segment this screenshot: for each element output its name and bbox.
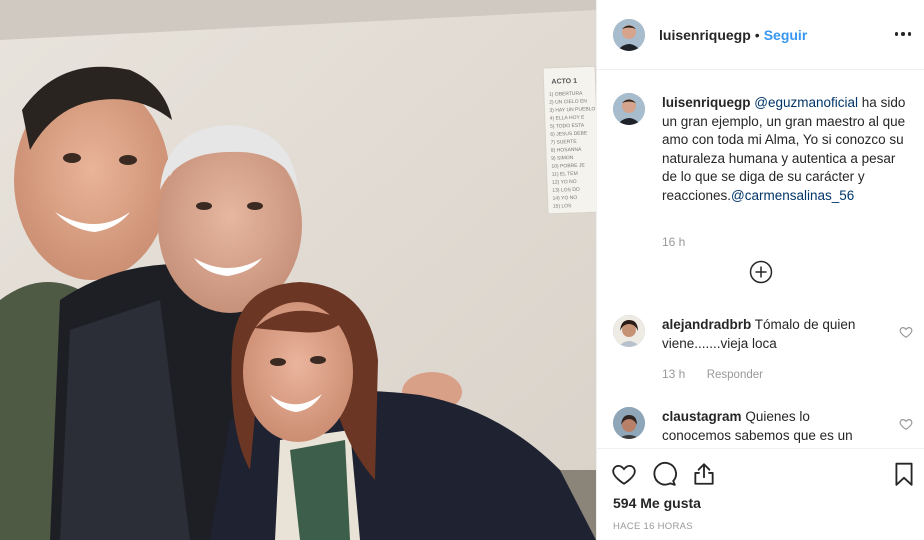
commenter-avatar[interactable] xyxy=(613,315,645,347)
follow-button[interactable]: Seguir xyxy=(764,27,808,43)
post-photo[interactable]: ACTO 1 1) OBERTURA 2) UN CIELO EN 3) HAY U… xyxy=(0,0,596,540)
wall-sign-line: 9) SIMON xyxy=(551,155,574,162)
like-comment-heart-icon[interactable] xyxy=(899,417,913,431)
post-timestamp[interactable]: HACE 16 HORAS xyxy=(613,521,693,532)
mention-link[interactable]: @carmensalinas_56 xyxy=(731,188,854,203)
comment-text: claustagram Quienes lo conocemos sabemos… xyxy=(662,408,882,445)
commenter-username[interactable]: alejandradbrb xyxy=(662,317,751,332)
wall-sign-title: ACTO 1 xyxy=(551,78,577,86)
author-avatar[interactable] xyxy=(613,18,645,51)
reply-button[interactable]: Responder xyxy=(707,369,763,381)
author-username[interactable]: luisenriquegp xyxy=(659,27,751,43)
commenter-avatar[interactable] xyxy=(613,407,645,439)
comment-meta: 13 h Responder xyxy=(662,367,763,381)
save-bookmark-icon[interactable] xyxy=(891,461,917,487)
mention-link[interactable]: @eguzmanoficial xyxy=(754,95,858,110)
wall-sign-line: 1) OBERTURA xyxy=(549,91,583,98)
avatar-image xyxy=(613,315,645,347)
avatar-image xyxy=(613,93,645,125)
wall-sign-line: 15) LOS xyxy=(553,203,572,210)
caption-username[interactable]: luisenriquegp xyxy=(662,95,751,110)
caption-avatar[interactable] xyxy=(613,93,645,125)
caption-time[interactable]: 16 h xyxy=(662,235,685,249)
wall-sign-line: 12) YO NO xyxy=(552,179,577,186)
commenter-username[interactable]: claustagram xyxy=(662,409,742,424)
wall-sign-line: 8) HOSANNA xyxy=(551,147,582,154)
wall-sign-line: 5) TODO ESTA xyxy=(550,123,585,130)
comment-item: alejandradbrb Tómalo de quien viene.....… xyxy=(613,315,913,395)
post-header: luisenriquegp • Seguir xyxy=(597,0,924,70)
share-upload-icon[interactable] xyxy=(691,461,717,487)
post-side-panel: luisenriquegp • Seguir luisenriquegp @eg… xyxy=(596,0,924,540)
comment-item: claustagram Quienes lo conocemos sabemos… xyxy=(613,407,913,448)
caption-body: ha sido un gran ejemplo, un gran maestro… xyxy=(662,95,906,203)
photo-illustration: ACTO 1 1) OBERTURA2) UN CIELO EN3) HAY U… xyxy=(0,0,596,540)
more-options-icon[interactable] xyxy=(891,22,915,46)
comment-bubble-icon[interactable] xyxy=(651,461,677,487)
comments-list[interactable]: luisenriquegp @eguzmanoficial ha sido un… xyxy=(597,71,924,448)
wall-sign-line: 4) ELLA HOY E xyxy=(550,115,586,122)
wall-sign-line: 10) POBRE JE xyxy=(551,163,585,170)
avatar-image xyxy=(613,407,645,439)
avatar-image xyxy=(613,18,645,51)
comment-text: alejandradbrb Tómalo de quien viene.....… xyxy=(662,316,882,353)
post-actions: 594 Me gusta HACE 16 HORAS xyxy=(597,448,924,540)
separator-dot: • xyxy=(754,26,760,43)
wall-sign-line: 11) EL TEM xyxy=(552,171,578,178)
caption-text: luisenriquegp @eguzmanoficial ha sido un… xyxy=(662,94,912,205)
wall-sign-line: 7) SUERTE xyxy=(551,139,578,146)
like-comment-heart-icon[interactable] xyxy=(899,325,913,339)
wall-sign-line: 14) YO NO xyxy=(552,195,577,202)
like-heart-icon[interactable] xyxy=(611,461,637,487)
load-more-comments-icon[interactable] xyxy=(749,260,773,284)
comment-time[interactable]: 13 h xyxy=(662,367,685,381)
caption: luisenriquegp @eguzmanoficial ha sido un… xyxy=(613,93,913,253)
wall-sign-line: 13) LOS DO xyxy=(552,187,580,194)
likes-count[interactable]: 594 Me gusta xyxy=(613,495,701,511)
